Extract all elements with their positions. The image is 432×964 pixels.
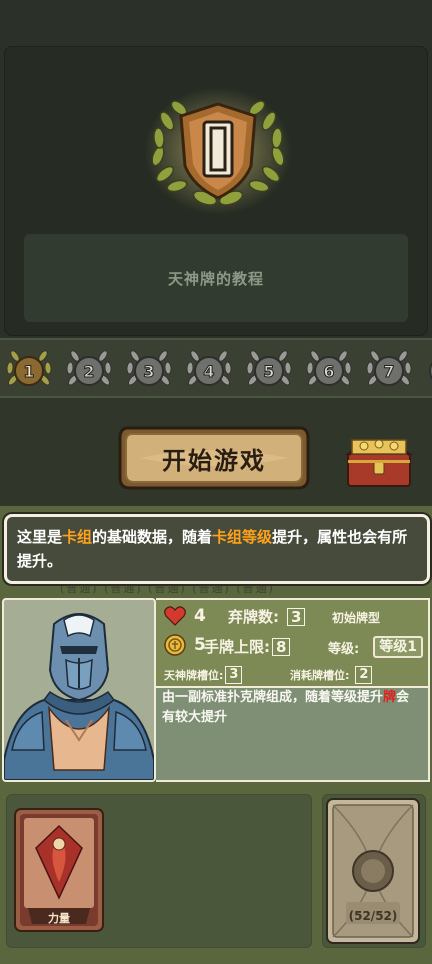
coin-stat: 5: [164, 634, 206, 656]
heart-icon: [164, 606, 186, 626]
god-slot-value: 3: [225, 666, 243, 684]
discard-label: 弃牌数:: [228, 608, 279, 626]
discard-stat: 弃牌数: 3: [228, 606, 306, 627]
deck-count: (52/52): [348, 909, 398, 923]
level-number-1: 1: [23, 362, 34, 381]
level-badge-3[interactable]: 3: [124, 346, 174, 394]
mode-title-bar[interactable]: 天神牌的教程: [24, 234, 408, 322]
coin-icon: [164, 634, 186, 656]
hand-limit-value: 8: [272, 637, 291, 656]
level-badge-5[interactable]: 5: [244, 346, 294, 394]
tip-text-2: 的基础数据，随着: [92, 528, 213, 546]
consume-slot-label: 消耗牌槽位:: [290, 669, 350, 682]
deck-description: 由一副标准扑克牌组成，随着等级提升牌会有较大提升: [156, 688, 430, 782]
tip-text-1: 这里是: [17, 528, 63, 546]
level-badge-7[interactable]: 7: [364, 346, 414, 394]
strength-card[interactable]: 力量: [14, 808, 104, 932]
deck-type-label: 初始牌型: [332, 611, 381, 625]
level-number-2: 2: [83, 362, 94, 381]
deck-stats-panel: 4 弃牌数: 3 初始牌型 5 手牌上限: 8 等级: 等级1 天神牌槽位: 3…: [156, 598, 430, 688]
desc-text-1: 由一副标准扑克牌组成，随着等级提升: [162, 690, 384, 705]
tip-highlight-deck-level: 卡组等级: [212, 528, 273, 546]
level-badge-1[interactable]: 1: [4, 346, 54, 394]
laurel-emblem: [144, 87, 292, 215]
deck-level-stat: 等级: 等级1: [328, 636, 423, 658]
hp-stat: 4: [164, 606, 206, 626]
hand-limit-label: 手牌上限:: [204, 638, 270, 656]
strength-card-label: 力量: [48, 912, 70, 925]
treasure-chest-icon[interactable]: [344, 432, 414, 490]
level-badge-4[interactable]: 4: [184, 346, 234, 394]
level-badge-6[interactable]: 6: [304, 346, 354, 394]
hand-limit-stat: 手牌上限: 8: [204, 636, 291, 657]
level-number-4: 4: [203, 362, 214, 381]
level-number-5: 5: [263, 362, 274, 381]
hp-value: 4: [194, 606, 206, 626]
level-badge-partial[interactable]: [422, 346, 432, 394]
god-slot-label: 天神牌槽位:: [164, 669, 224, 682]
discard-value: 3: [287, 607, 306, 626]
deck-type: 初始牌型: [332, 609, 380, 626]
level-number-6: 6: [323, 362, 334, 381]
desc-red-text: 牌: [383, 690, 397, 705]
tutorial-tooltip[interactable]: 这里是卡组的基础数据，随着卡组等级提升，属性也会有所提升。: [4, 514, 430, 584]
level-label: 等级:: [328, 641, 360, 657]
mode-title: 天神牌的教程: [167, 269, 264, 288]
tip-highlight-deck: 卡组: [62, 528, 93, 546]
knight-portrait: [4, 613, 154, 780]
start-game-button[interactable]: 开始游戏: [118, 424, 310, 492]
start-button-label: 开始游戏: [162, 446, 266, 475]
level-badge-2[interactable]: 2: [64, 346, 114, 394]
consume-slot-stat: 消耗牌槽位: 2: [290, 666, 373, 684]
god-slot-stat: 天神牌槽位: 3: [164, 666, 243, 684]
level-number-3: 3: [143, 362, 154, 381]
level-value: 等级1: [373, 636, 423, 658]
level-selector: 1 2 3 4 5 6 7: [0, 338, 432, 398]
level-number-7: 7: [383, 362, 394, 381]
hero-portrait[interactable]: [2, 598, 156, 782]
consume-slot-value: 2: [355, 666, 373, 684]
